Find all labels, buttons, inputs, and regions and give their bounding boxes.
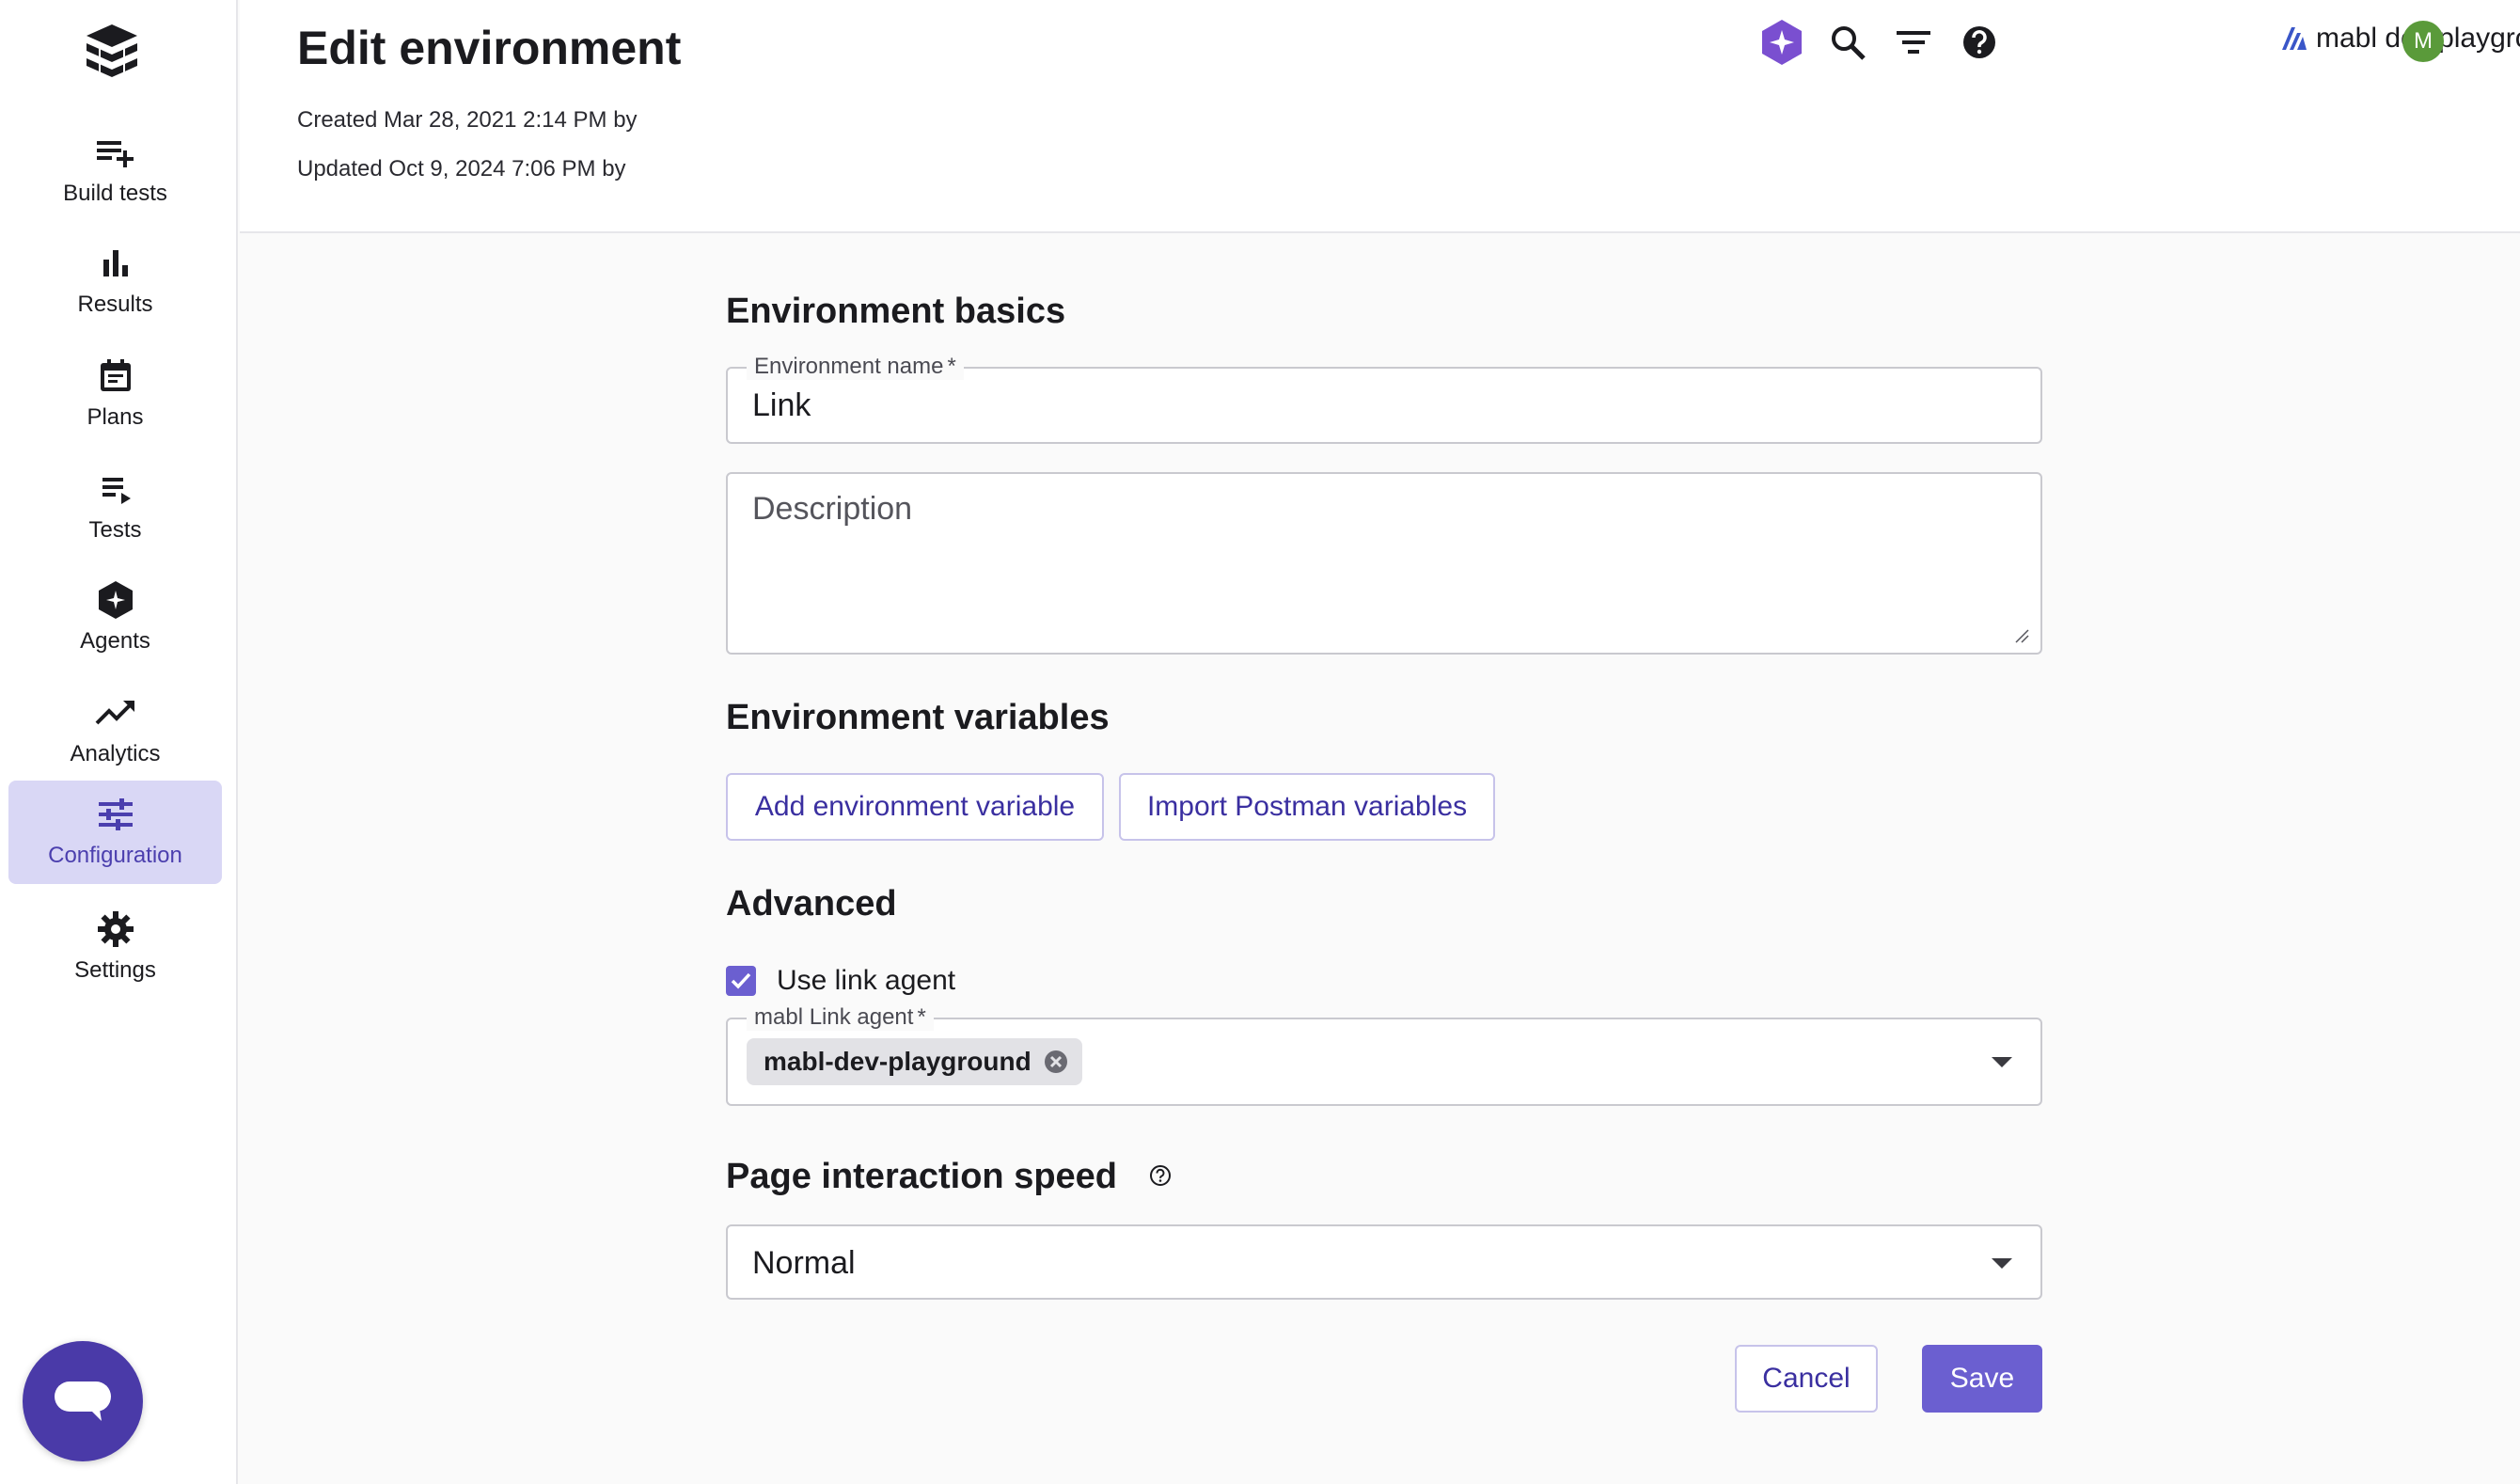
playlist-icon bbox=[95, 468, 136, 510]
description-placeholder: Description bbox=[752, 491, 913, 527]
sidebar-item-label: Results bbox=[77, 292, 153, 317]
sidebar-item-label: Plans bbox=[87, 404, 144, 430]
required-mark: * bbox=[947, 354, 956, 379]
mabl-logo-icon[interactable] bbox=[81, 21, 143, 87]
link-agent-chip-label: mabl-dev-playground bbox=[764, 1047, 1032, 1076]
created-meta: Created Mar 28, 2021 2:14 PM by bbox=[297, 107, 638, 133]
sidebar-item-label: Analytics bbox=[70, 741, 161, 766]
search-icon bbox=[1832, 26, 1866, 60]
page-header: Edit environment Created Mar 28, 2021 2:… bbox=[240, 0, 2520, 233]
cancel-button[interactable]: Cancel bbox=[1735, 1345, 1878, 1413]
page-interaction-speed-select[interactable]: Normal bbox=[726, 1224, 2042, 1300]
user-avatar[interactable]: M bbox=[2402, 21, 2444, 62]
sidebar-item-settings[interactable]: Settings bbox=[8, 895, 222, 999]
use-link-agent-checkbox-row[interactable]: Use link agent bbox=[726, 965, 955, 997]
add-environment-variable-button[interactable]: Add environment variable bbox=[726, 773, 1104, 841]
environment-name-value: Link bbox=[752, 387, 811, 423]
filter-icon bbox=[1897, 31, 1930, 54]
sidebar-item-results[interactable]: Results bbox=[8, 229, 222, 333]
filter-button[interactable] bbox=[1888, 17, 1939, 68]
speed-selected-value: Normal bbox=[752, 1245, 856, 1281]
sidebar-item-tests[interactable]: Tests bbox=[8, 455, 222, 559]
workspace-selector[interactable]: mabl dev playground bbox=[2280, 23, 2520, 55]
help-button[interactable] bbox=[1954, 17, 2005, 68]
build-tests-icon bbox=[95, 132, 136, 173]
page-title: Edit environment bbox=[297, 22, 682, 74]
chat-bubble-icon bbox=[55, 1381, 111, 1421]
search-button[interactable] bbox=[1822, 17, 1873, 68]
description-textarea[interactable]: Description bbox=[726, 472, 2042, 655]
agents-hexagon-icon bbox=[95, 579, 136, 621]
use-link-agent-label: Use link agent bbox=[777, 965, 956, 996]
help-icon bbox=[1963, 26, 1995, 58]
sidebar-item-build-tests[interactable]: Build tests bbox=[8, 118, 222, 222]
section-title-speed: Page interaction speed bbox=[726, 1157, 1118, 1196]
section-title-basics: Environment basics bbox=[726, 292, 1066, 331]
sidebar-item-label: Tests bbox=[88, 517, 142, 543]
use-link-agent-checkbox[interactable] bbox=[726, 966, 756, 996]
sliders-icon bbox=[95, 794, 136, 835]
chevron-down-icon[interactable] bbox=[1992, 1258, 2012, 1269]
ai-sparkle-hexagon-icon bbox=[1762, 20, 1802, 65]
sidebar-item-agents[interactable]: Agents bbox=[8, 566, 222, 670]
checkmark-icon bbox=[731, 972, 751, 989]
sidebar-item-plans[interactable]: Plans bbox=[8, 342, 222, 446]
sidebar: Build tests Results Plans Tests Agents A… bbox=[0, 0, 238, 1484]
trending-up-icon bbox=[95, 692, 136, 734]
sidebar-item-analytics[interactable]: Analytics bbox=[8, 679, 222, 782]
link-agent-label: mabl Link agent * bbox=[747, 1004, 934, 1031]
chip-remove-button[interactable] bbox=[1043, 1049, 1069, 1075]
save-button[interactable]: Save bbox=[1922, 1345, 2042, 1413]
sidebar-item-configuration[interactable]: Configuration bbox=[8, 781, 222, 884]
gear-icon bbox=[95, 908, 136, 950]
link-agent-chip: mabl-dev-playground bbox=[747, 1038, 1082, 1085]
environment-name-field[interactable]: Environment name * Link bbox=[726, 354, 2042, 444]
link-agent-select[interactable]: mabl Link agent * mabl-dev-playground bbox=[726, 1004, 2042, 1106]
required-mark: * bbox=[917, 1004, 926, 1030]
updated-meta: Updated Oct 9, 2024 7:06 PM by bbox=[297, 156, 626, 182]
chat-button[interactable] bbox=[23, 1341, 143, 1461]
resize-handle-icon[interactable] bbox=[2014, 628, 2029, 643]
calendar-icon bbox=[95, 355, 136, 397]
chevron-down-icon[interactable] bbox=[1992, 1057, 2012, 1067]
import-postman-variables-button[interactable]: Import Postman variables bbox=[1119, 773, 1495, 841]
sidebar-item-label: Build tests bbox=[63, 181, 167, 206]
section-title-advanced: Advanced bbox=[726, 884, 897, 924]
ai-assistant-button[interactable] bbox=[1756, 17, 1807, 68]
sidebar-item-label: Settings bbox=[74, 957, 156, 983]
workspace-logo-icon bbox=[2282, 27, 2307, 50]
sidebar-item-label: Agents bbox=[80, 628, 150, 654]
sidebar-item-label: Configuration bbox=[48, 843, 182, 868]
environment-name-label: Environment name * bbox=[747, 354, 964, 380]
section-title-variables: Environment variables bbox=[726, 698, 1110, 737]
results-bar-chart-icon bbox=[95, 243, 136, 284]
help-circle-icon[interactable] bbox=[1149, 1164, 1172, 1187]
close-circle-icon bbox=[1044, 1050, 1067, 1073]
